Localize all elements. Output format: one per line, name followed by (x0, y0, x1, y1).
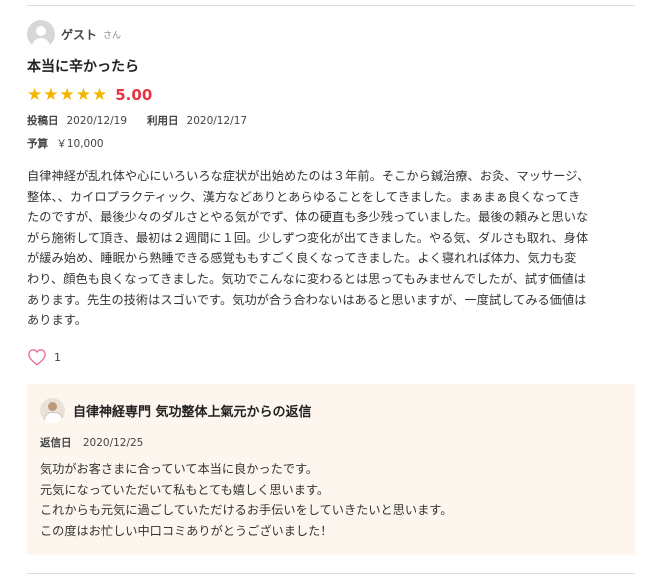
reply-date-row: 返信日 2020/12/25 (40, 435, 143, 450)
review-body: 自律神経が乱れ体や心にいろいろな症状が出始めたのは３年前。そこから鍼治療、お灸、… (27, 169, 590, 328)
top-divider (27, 5, 635, 6)
like-button[interactable]: 1 (27, 348, 61, 366)
shop-reply: 自律神経専門 気功整体上氣元からの返信 返信日 2020/12/25 気功がお客… (27, 384, 635, 555)
used-date: 2020/12/17 (186, 114, 248, 127)
star-icon: ★ (75, 84, 91, 105)
reply-date-label: 返信日 (40, 437, 72, 449)
star-icon: ★ (59, 84, 75, 105)
like-count: 1 (54, 350, 61, 364)
user-avatar-icon (27, 20, 55, 48)
heart-outline-icon (28, 349, 46, 366)
budget-value: ￥10,000 (56, 138, 104, 150)
author-name: ゲスト (61, 27, 98, 42)
budget: 予算 ￥10,000 (27, 136, 104, 151)
shop-avatar-icon (40, 398, 65, 423)
review-title: 本当に辛かったら (27, 59, 139, 75)
rating-score: 5.00 (115, 86, 153, 104)
reply-header: 自律神経専門 気功整体上氣元からの返信 (40, 398, 312, 423)
star-icon: ★ (27, 84, 43, 105)
reply-body: 気功がお客さまに合っていて本当に良かったです。 元気になっていただいて私もとても… (40, 462, 453, 538)
author-suffix: さん (103, 30, 122, 41)
review-dates: 投稿日 2020/12/19 利用日 2020/12/17 (27, 113, 267, 128)
budget-label: 予算 (27, 138, 48, 150)
used-date-label: 利用日 (147, 115, 179, 127)
review-author: ゲスト さん (27, 20, 121, 48)
star-icon: ★ (43, 84, 59, 105)
bottom-divider (27, 573, 635, 574)
posted-date-label: 投稿日 (27, 115, 59, 127)
rating: ★ ★ ★ ★ ★ 5.00 (27, 86, 152, 104)
reply-shop-name: 自律神経専門 気功整体上氣元からの返信 (73, 405, 312, 420)
star-icon: ★ (92, 84, 108, 105)
reply-date: 2020/12/25 (82, 437, 144, 449)
posted-date: 2020/12/19 (66, 114, 128, 127)
